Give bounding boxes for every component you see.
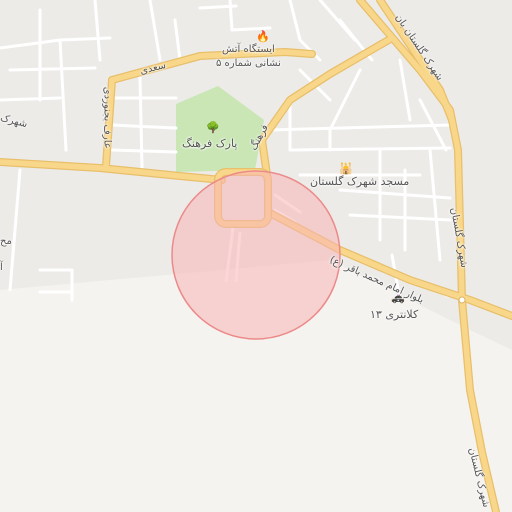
mosque-icon[interactable]: 🕌 xyxy=(339,163,353,174)
fire-station-label-1: ایستگاه آتش xyxy=(222,44,275,55)
park-tree-icon[interactable]: 🌳 xyxy=(206,122,220,133)
location-radius-circle xyxy=(171,170,341,340)
police-label[interactable]: کلانتری ۱۳ xyxy=(370,308,418,322)
park-label[interactable]: پارک فرهنگ xyxy=(182,137,237,151)
street-label-aref: عارف بجنوردی xyxy=(101,86,113,149)
fire-station-label-2: نشانی شماره ۵ xyxy=(216,58,281,69)
fire-station-icon[interactable]: 🔥 xyxy=(256,31,270,42)
edge-label-1: مح xyxy=(0,236,12,247)
map-view[interactable]: 🔥 🌳 🕌 🚓 ایستگاه آتش نشانی شماره ۵ سعدی ع… xyxy=(0,0,512,512)
edge-label-2: آ xyxy=(0,262,3,273)
junction-marker xyxy=(458,296,466,304)
mosque-label[interactable]: مسجد شهرک گلستان xyxy=(310,175,409,189)
